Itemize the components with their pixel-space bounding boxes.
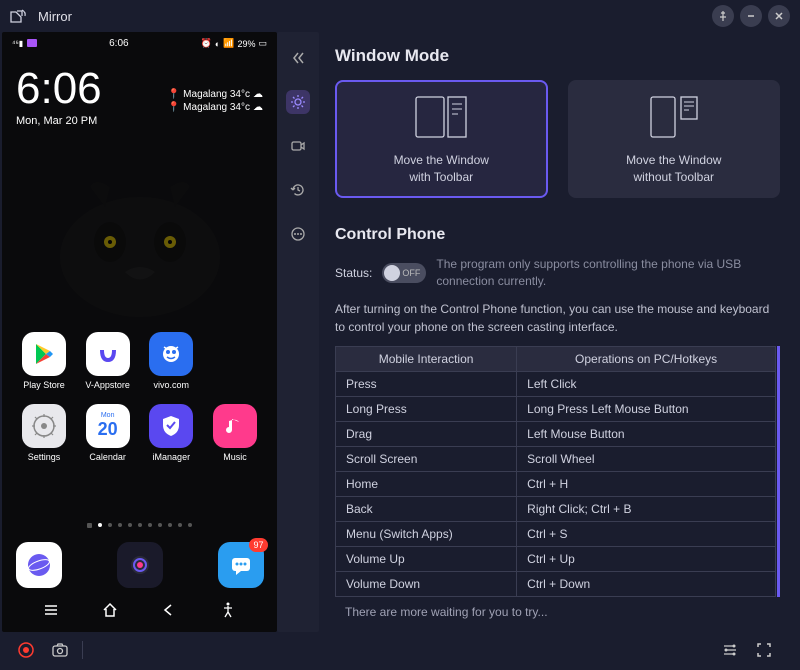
- table-row: Volume UpCtrl + Up: [336, 546, 776, 571]
- footer: [0, 632, 800, 668]
- sidebar-record[interactable]: [286, 134, 310, 158]
- app-settings[interactable]: Settings: [16, 404, 72, 462]
- app-logo-icon: [10, 9, 30, 23]
- dock-messages[interactable]: 97: [218, 542, 264, 588]
- app-playstore[interactable]: Play Store: [16, 332, 72, 390]
- sidebar: [277, 32, 319, 632]
- titlebar: Mirror: [0, 0, 800, 32]
- app-vivocom[interactable]: vivo.com: [143, 332, 199, 390]
- sim-icon: [27, 39, 37, 47]
- screenshot-button[interactable]: [48, 638, 72, 662]
- control-toggle[interactable]: OFF: [382, 263, 426, 283]
- fullscreen-button[interactable]: [752, 638, 776, 662]
- status-label: Status:: [335, 266, 372, 280]
- pin-button[interactable]: [712, 5, 734, 27]
- table-row: BackRight Click; Ctrl + B: [336, 496, 776, 521]
- settings-panel: Window Mode Move the Window with Toolbar…: [319, 32, 800, 632]
- dnd-icon: ◐: [215, 39, 220, 49]
- nav-accessibility[interactable]: [219, 601, 237, 624]
- sidebar-settings[interactable]: [286, 90, 310, 114]
- badge: 97: [249, 538, 267, 552]
- status-clock: 6:06: [109, 38, 128, 49]
- battery-percent: 29%: [237, 39, 255, 49]
- app-imanager[interactable]: iManager: [143, 404, 199, 462]
- dock: 97: [2, 542, 277, 592]
- phone-navbar: [2, 601, 277, 624]
- phone-mirror[interactable]: ⁴⁶▮ 6:06 ⏰◐📶 29%▭ 6:06 Mon, Mar 20 PM 📍M…: [2, 32, 277, 632]
- close-button[interactable]: [768, 5, 790, 27]
- table-row: Menu (Switch Apps)Ctrl + S: [336, 521, 776, 546]
- app-music[interactable]: Music: [207, 404, 263, 462]
- wifi-icon: 📶: [223, 38, 234, 49]
- app-grid: Play Store V-Appstore vivo.com Settings …: [2, 332, 277, 476]
- lock-time: 6:06: [16, 67, 102, 111]
- lock-date: Mon, Mar 20 PM: [16, 115, 102, 127]
- table-row: Scroll ScreenScroll Wheel: [336, 446, 776, 471]
- th-pc: Operations on PC/Hotkeys: [517, 346, 776, 371]
- minimize-button[interactable]: [740, 5, 762, 27]
- battery-icon: ▭: [258, 38, 267, 49]
- wallpaper-panther: [30, 162, 250, 322]
- record-button[interactable]: [14, 638, 38, 662]
- table-row: PressLeft Click: [336, 371, 776, 396]
- settings-toggle-button: [718, 638, 742, 662]
- collapse-button[interactable]: [286, 46, 310, 70]
- status-note: The program only supports controlling th…: [436, 256, 780, 290]
- nav-menu[interactable]: [42, 601, 60, 624]
- weather-icon: ☁: [253, 102, 263, 113]
- mode-without-toolbar[interactable]: Move the Window without Toolbar: [568, 80, 781, 198]
- page-indicator: [2, 523, 277, 528]
- dock-camera[interactable]: [117, 542, 163, 588]
- more-hint: There are more waiting for you to try...: [335, 597, 780, 627]
- pin-icon: 📍: [168, 102, 180, 113]
- table-row: Long PressLong Press Left Mouse Button: [336, 396, 776, 421]
- sidebar-history[interactable]: [286, 178, 310, 202]
- mode-with-toolbar[interactable]: Move the Window with Toolbar: [335, 80, 548, 198]
- alarm-icon: ⏰: [201, 38, 212, 49]
- weather-icon: ☁: [253, 89, 263, 100]
- th-mobile: Mobile Interaction: [336, 346, 517, 371]
- nav-home[interactable]: [101, 601, 119, 624]
- table-row: Volume DownCtrl + Down: [336, 571, 776, 596]
- phone-statusbar: ⁴⁶▮ 6:06 ⏰◐📶 29%▭: [2, 32, 277, 49]
- app-vappstore[interactable]: V-Appstore: [80, 332, 136, 390]
- table-row: HomeCtrl + H: [336, 471, 776, 496]
- pin-icon: 📍: [168, 89, 180, 100]
- app-calendar[interactable]: Mon20Calendar: [80, 404, 136, 462]
- sidebar-more[interactable]: [286, 222, 310, 246]
- dock-browser[interactable]: [16, 542, 62, 588]
- control-phone-title: Control Phone: [335, 226, 780, 244]
- table-row: DragLeft Mouse Button: [336, 421, 776, 446]
- control-description: After turning on the Control Phone funct…: [335, 300, 780, 336]
- window-mode-title: Window Mode: [335, 46, 780, 66]
- nav-back[interactable]: [160, 601, 178, 624]
- hotkeys-table: Mobile Interaction Operations on PC/Hotk…: [335, 346, 776, 597]
- weather-widget: 📍Magalang 34°c☁ 📍Magalang 34°c☁: [168, 89, 263, 115]
- app-title: Mirror: [38, 9, 72, 24]
- signal-icon: ⁴⁶▮: [12, 39, 23, 48]
